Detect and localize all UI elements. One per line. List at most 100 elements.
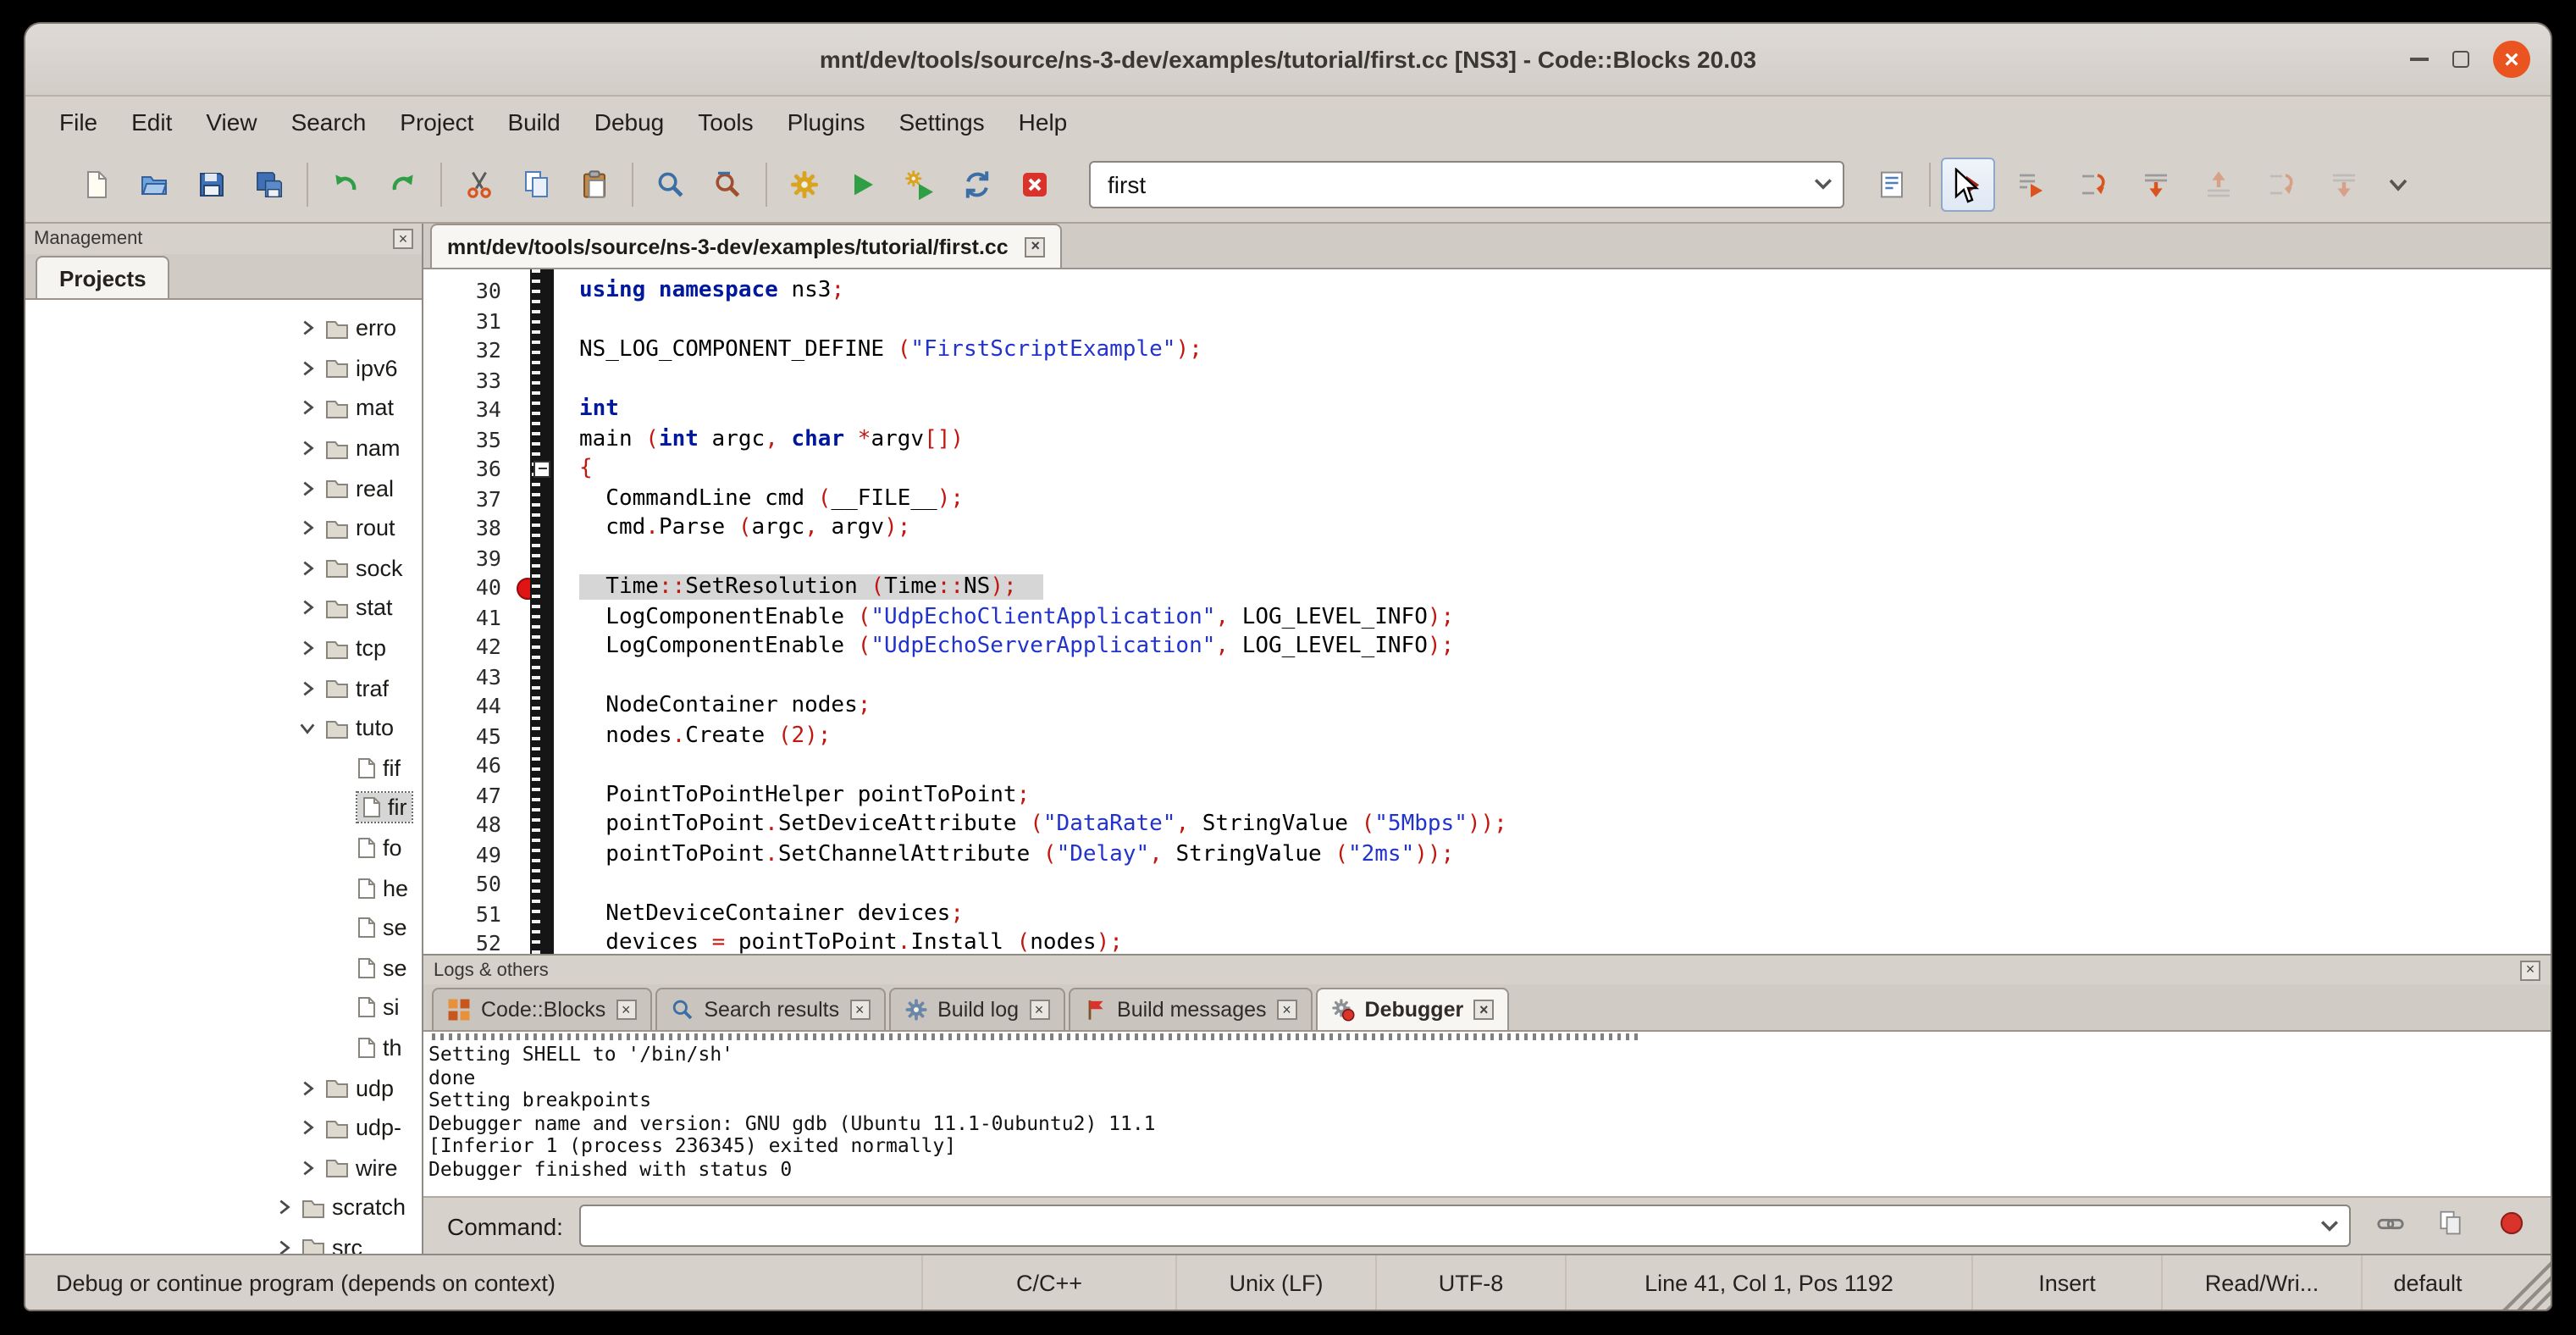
tree-item-he[interactable]: he bbox=[25, 868, 422, 908]
chevron-right-icon[interactable] bbox=[296, 639, 318, 657]
menu-help[interactable]: Help bbox=[1002, 102, 1085, 142]
attach-button[interactable] bbox=[2368, 1205, 2412, 1246]
tree-item-src[interactable]: src bbox=[25, 1227, 422, 1254]
code-editor[interactable]: 30using namespace ns3;3132NS_LOG_COMPONE… bbox=[423, 269, 2551, 954]
search-input[interactable]: first bbox=[1108, 171, 1802, 198]
tab-projects[interactable]: Projects bbox=[36, 256, 170, 298]
menu-debug[interactable]: Debug bbox=[578, 102, 682, 142]
toolbar-overflow-button[interactable] bbox=[2371, 158, 2425, 212]
tab-close-icon[interactable] bbox=[1277, 1000, 1297, 1020]
abort-build-button[interactable] bbox=[1008, 158, 1062, 212]
line-number[interactable]: 37 bbox=[423, 484, 515, 513]
save-all-button[interactable] bbox=[242, 158, 296, 212]
open-file-button[interactable] bbox=[127, 158, 181, 212]
debugger-log[interactable]: Setting SHELL to '/bin/sh'doneSetting br… bbox=[423, 1032, 2551, 1196]
tree-item-udp[interactable]: udp- bbox=[25, 1108, 422, 1148]
undo-button[interactable] bbox=[318, 158, 373, 212]
command-dropdown-arrow[interactable] bbox=[2308, 1206, 2349, 1245]
menu-settings[interactable]: Settings bbox=[882, 102, 1001, 142]
editor-tab-close-icon[interactable] bbox=[1025, 236, 1046, 257]
line-number[interactable]: 44 bbox=[423, 691, 515, 721]
line-number[interactable]: 42 bbox=[423, 632, 515, 662]
chevron-right-icon[interactable] bbox=[296, 599, 318, 618]
menu-search[interactable]: Search bbox=[274, 102, 384, 142]
tab-close-icon[interactable] bbox=[1473, 1000, 1494, 1020]
logs-tab-build-messages[interactable]: Build messages bbox=[1068, 988, 1313, 1030]
tree-item-th[interactable]: th bbox=[25, 1028, 422, 1067]
resize-grip[interactable] bbox=[2500, 1255, 2551, 1310]
rebuild-button[interactable] bbox=[950, 158, 1004, 212]
tab-close-icon[interactable] bbox=[1029, 1000, 1049, 1020]
run-to-cursor-button[interactable] bbox=[2004, 158, 2058, 212]
next-line-button[interactable] bbox=[2066, 158, 2120, 212]
close-button[interactable] bbox=[2493, 41, 2530, 78]
chevron-right-icon[interactable] bbox=[296, 319, 318, 338]
next-instruction-button[interactable] bbox=[2254, 158, 2308, 212]
search-dropdown-arrow[interactable] bbox=[1802, 163, 1843, 207]
line-number[interactable]: 47 bbox=[423, 780, 515, 810]
line-number[interactable]: 35 bbox=[423, 424, 515, 454]
line-number[interactable]: 49 bbox=[423, 839, 515, 869]
chevron-right-icon[interactable] bbox=[296, 519, 318, 538]
title-bar[interactable]: mnt/dev/tools/source/ns-3-dev/examples/t… bbox=[25, 24, 2551, 97]
minimize-button[interactable] bbox=[2410, 58, 2429, 61]
chevron-right-icon[interactable] bbox=[296, 399, 318, 418]
maximize-button[interactable] bbox=[2452, 51, 2469, 68]
chevron-down-icon[interactable] bbox=[296, 718, 318, 737]
chevron-right-icon[interactable] bbox=[273, 1199, 295, 1217]
cut-button[interactable] bbox=[452, 158, 506, 212]
debug-continue-button[interactable] bbox=[1941, 158, 1995, 212]
line-number[interactable]: 31 bbox=[423, 306, 515, 335]
search-combobox[interactable]: first bbox=[1089, 161, 1844, 208]
build-and-run-button[interactable] bbox=[893, 158, 947, 212]
tree-item-nam[interactable]: nam bbox=[25, 429, 422, 468]
menu-build[interactable]: Build bbox=[490, 102, 577, 142]
tree-item-rout[interactable]: rout bbox=[25, 508, 422, 548]
tree-item-si[interactable]: si bbox=[25, 988, 422, 1028]
tree-item-wire[interactable]: wire bbox=[25, 1148, 422, 1188]
menu-plugins[interactable]: Plugins bbox=[771, 102, 882, 142]
menu-project[interactable]: Project bbox=[383, 102, 490, 142]
tree-item-stat[interactable]: stat bbox=[25, 588, 422, 628]
replace-button[interactable] bbox=[701, 158, 755, 212]
step-into-instruction-button[interactable] bbox=[2317, 158, 2371, 212]
line-number[interactable]: 30 bbox=[423, 276, 515, 306]
line-number[interactable]: 52 bbox=[423, 928, 515, 954]
redo-button[interactable] bbox=[376, 158, 430, 212]
chevron-right-icon[interactable] bbox=[296, 359, 318, 378]
tree-item-se[interactable]: se bbox=[25, 908, 422, 948]
save-button[interactable] bbox=[185, 158, 239, 212]
tree-item-fir[interactable]: fir bbox=[25, 788, 422, 828]
line-number[interactable]: 41 bbox=[423, 602, 515, 632]
tree-item-sock[interactable]: sock bbox=[25, 548, 422, 588]
logs-tab-search-results[interactable]: Search results bbox=[655, 988, 885, 1030]
tab-close-icon[interactable] bbox=[849, 1000, 870, 1020]
tree-item-tuto[interactable]: tuto bbox=[25, 708, 422, 748]
copy-button[interactable] bbox=[510, 158, 564, 212]
step-into-button[interactable] bbox=[2129, 158, 2183, 212]
menu-file[interactable]: File bbox=[42, 102, 114, 142]
management-close-icon[interactable] bbox=[393, 229, 413, 249]
command-input[interactable] bbox=[580, 1205, 2351, 1247]
compiler-log-button[interactable] bbox=[1865, 158, 1919, 212]
chevron-right-icon[interactable] bbox=[296, 1078, 318, 1097]
line-number[interactable]: 48 bbox=[423, 810, 515, 839]
chevron-right-icon[interactable] bbox=[296, 1118, 318, 1137]
tree-item-scratch[interactable]: scratch bbox=[25, 1188, 422, 1227]
line-number[interactable]: 36 bbox=[423, 454, 515, 484]
logs-tab-code-blocks[interactable]: Code::Blocks bbox=[432, 988, 651, 1030]
line-number[interactable]: 34 bbox=[423, 395, 515, 424]
tree-item-tcp[interactable]: tcp bbox=[25, 629, 422, 668]
tree-item-erro[interactable]: erro bbox=[25, 308, 422, 348]
record-button[interactable] bbox=[2490, 1205, 2534, 1246]
line-number[interactable]: 46 bbox=[423, 751, 515, 780]
menu-view[interactable]: View bbox=[189, 102, 274, 142]
menu-edit[interactable]: Edit bbox=[114, 102, 189, 142]
chevron-right-icon[interactable] bbox=[296, 1159, 318, 1177]
editor-tab[interactable]: mnt/dev/tools/source/ns-3-dev/examples/t… bbox=[430, 224, 1063, 268]
tree-item-ipv6[interactable]: ipv6 bbox=[25, 348, 422, 388]
copy-log-button[interactable] bbox=[2429, 1205, 2473, 1246]
line-number[interactable]: 45 bbox=[423, 721, 515, 751]
run-button[interactable] bbox=[835, 158, 889, 212]
chevron-right-icon[interactable] bbox=[296, 559, 318, 578]
